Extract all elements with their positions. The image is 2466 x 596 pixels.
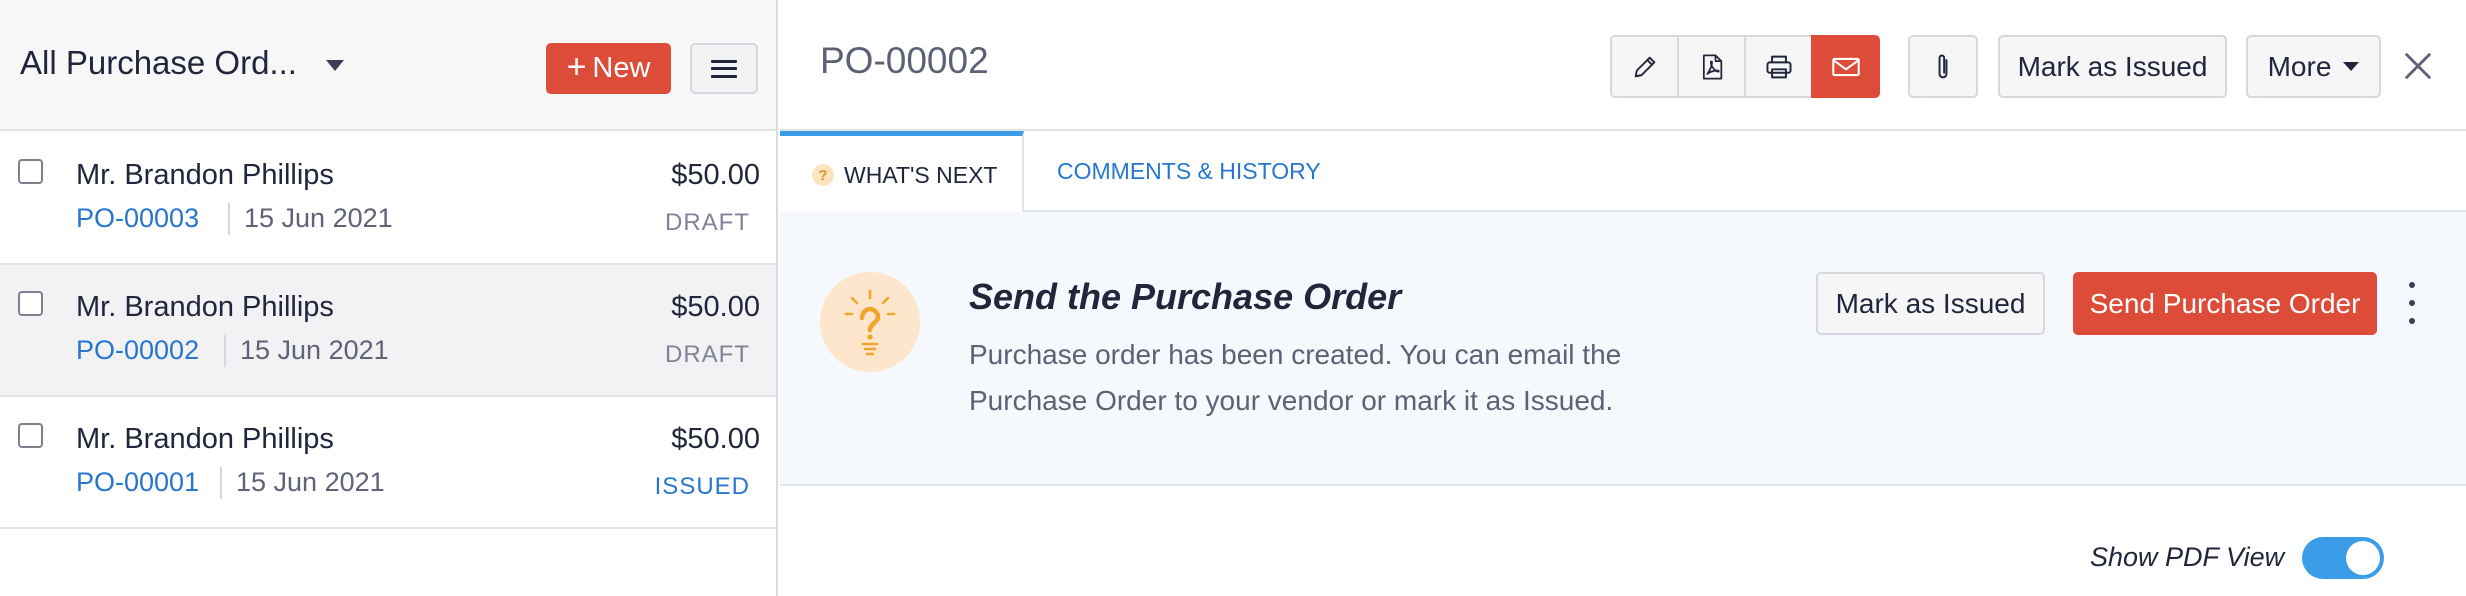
next-step-description: Purchase order has been created. You can…: [969, 332, 1689, 424]
po-date: 15 Jun 2021: [244, 203, 393, 233]
print-button[interactable]: [1744, 35, 1813, 98]
po-amount: $50.00: [671, 291, 760, 323]
mark-as-issued-button[interactable]: Mark as Issued: [1998, 35, 2227, 98]
po-date: 15 Jun 2021: [236, 467, 385, 497]
detail-header: PO-00002 Mark as Issued More: [780, 0, 2466, 131]
email-icon: [1831, 57, 1860, 76]
chevron-down-icon[interactable]: [326, 60, 344, 71]
plus-icon: +: [566, 47, 587, 86]
list-menu-button[interactable]: [690, 43, 758, 94]
new-button-label: New: [592, 52, 651, 84]
po-number-link[interactable]: PO-00002: [76, 335, 199, 366]
lightbulb-icon: [820, 272, 920, 372]
row-checkbox[interactable]: [18, 291, 43, 316]
list-item[interactable]: Mr. Brandon Phillips PO-00001 15 Jun 202…: [0, 397, 776, 529]
page-title: PO-00002: [820, 40, 989, 81]
whats-next-panel: Send the Purchase Order Purchase order h…: [780, 212, 2466, 486]
more-button-label: More: [2267, 50, 2332, 82]
pdf-view-toggle[interactable]: [2302, 537, 2384, 579]
mark-as-issued-button[interactable]: Mark as Issued: [1816, 272, 2045, 335]
detail-tabs: ? WHAT'S NEXT COMMENTS & HISTORY: [780, 131, 2466, 214]
next-step-title: Send the Purchase Order: [969, 276, 1402, 317]
edit-button[interactable]: [1610, 35, 1679, 98]
list-header: All Purchase Ord... + New: [0, 0, 776, 131]
close-icon: [2405, 53, 2431, 79]
status-badge: DRAFT: [665, 341, 750, 368]
po-amount: $50.00: [671, 423, 760, 455]
hamburger-icon: [711, 59, 737, 78]
caret-down-icon: [2343, 62, 2360, 71]
toggle-knob: [2346, 541, 2380, 575]
vendor-name: Mr. Brandon Phillips: [76, 423, 334, 455]
description-line: Purchase Order to your vendor or mark it…: [969, 385, 1614, 416]
attachment-button[interactable]: [1908, 35, 1978, 98]
description-line: Purchase order has been created. You can…: [969, 339, 1622, 370]
more-button[interactable]: More: [2246, 35, 2381, 98]
divider: [220, 467, 222, 499]
new-button[interactable]: + New: [546, 43, 671, 94]
vendor-name: Mr. Brandon Phillips: [76, 159, 334, 191]
print-icon: [1765, 55, 1792, 78]
tab-whats-next[interactable]: ? WHAT'S NEXT: [780, 131, 1024, 214]
close-button[interactable]: [2398, 46, 2438, 86]
pdf-view-label: Show PDF View: [2090, 542, 2285, 572]
row-checkbox[interactable]: [18, 423, 43, 448]
pdf-button[interactable]: [1677, 35, 1746, 98]
kebab-menu-icon[interactable]: [2400, 278, 2424, 328]
divider: [224, 335, 226, 367]
status-badge: DRAFT: [665, 209, 750, 236]
view-selector-title[interactable]: All Purchase Ord...: [20, 44, 297, 82]
tab-comments-history[interactable]: COMMENTS & HISTORY: [1057, 131, 1321, 212]
attachment-icon: [1938, 54, 1948, 78]
pdf-icon: [1702, 53, 1722, 80]
status-badge: ISSUED: [654, 473, 750, 500]
vendor-name: Mr. Brandon Phillips: [76, 291, 334, 323]
send-purchase-order-button[interactable]: Send Purchase Order: [2073, 272, 2377, 335]
pencil-icon: [1634, 56, 1655, 77]
divider: [228, 203, 230, 235]
po-number-link[interactable]: PO-00001: [76, 467, 199, 498]
po-number-link[interactable]: PO-00003: [76, 203, 199, 234]
po-date: 15 Jun 2021: [240, 335, 389, 365]
list-item[interactable]: Mr. Brandon Phillips PO-00002 15 Jun 202…: [0, 265, 776, 397]
row-checkbox[interactable]: [18, 159, 43, 184]
po-amount: $50.00: [671, 159, 760, 191]
purchase-order-list-pane: All Purchase Ord... + New Mr. Brandon Ph…: [0, 0, 778, 596]
list-item[interactable]: Mr. Brandon Phillips PO-00003 15 Jun 202…: [0, 133, 776, 265]
question-badge-icon: ?: [812, 164, 834, 186]
tab-label: WHAT'S NEXT: [844, 161, 998, 188]
action-icon-group: [1610, 35, 1880, 98]
email-button[interactable]: [1811, 35, 1880, 98]
